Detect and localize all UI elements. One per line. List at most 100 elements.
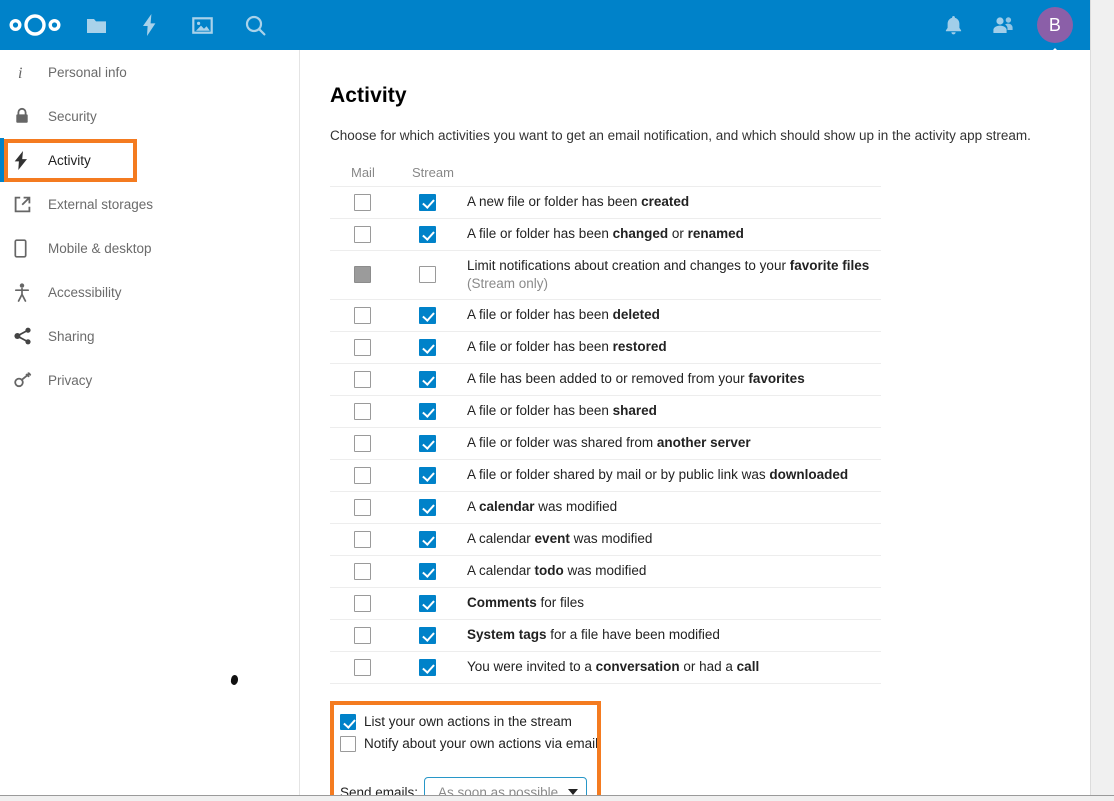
stream-cell bbox=[394, 658, 460, 676]
row-label: A file has been added to or removed from… bbox=[467, 371, 805, 387]
mail-checkbox[interactable] bbox=[353, 562, 371, 580]
nextcloud-logo[interactable] bbox=[0, 13, 70, 37]
send-emails-value: As soon as possible bbox=[438, 784, 559, 795]
photos-icon[interactable] bbox=[176, 0, 229, 50]
row-label: A calendar event was modified bbox=[467, 531, 653, 547]
mail-checkbox[interactable] bbox=[353, 370, 371, 388]
table-row: A calendar event was modified bbox=[330, 522, 881, 555]
svg-text:i: i bbox=[18, 65, 22, 81]
stream-checkbox[interactable] bbox=[418, 658, 436, 676]
accessibility-icon bbox=[14, 282, 44, 302]
stream-checkbox[interactable] bbox=[418, 466, 436, 484]
activity-settings-table: Mail Stream A new file or folder has bee… bbox=[330, 165, 881, 683]
table-row: You were invited to a conversation or ha… bbox=[330, 650, 881, 683]
row-label: A file or folder has been shared bbox=[467, 403, 657, 419]
stream-cell bbox=[394, 402, 460, 420]
row-label: Comments for files bbox=[467, 595, 585, 611]
stream-checkbox[interactable] bbox=[418, 498, 436, 516]
table-body: A new file or folder has been created A f… bbox=[330, 185, 881, 683]
sidebar-item-mobile-desktop[interactable]: Mobile & desktop bbox=[0, 226, 299, 270]
mail-checkbox[interactable] bbox=[353, 402, 371, 420]
mail-checkbox[interactable] bbox=[353, 193, 371, 211]
row-label: A file or folder has been restored bbox=[467, 339, 667, 355]
mail-checkbox[interactable] bbox=[353, 626, 371, 644]
top-navigation-bar: B bbox=[0, 0, 1090, 62]
nextcloud-settings-page: B i Personal info Security Activity Exte… bbox=[0, 0, 1114, 801]
mobile-device-icon bbox=[14, 238, 44, 258]
row-label: A calendar todo was modified bbox=[467, 563, 647, 579]
notifications-bell-icon[interactable] bbox=[928, 0, 978, 50]
mail-checkbox[interactable] bbox=[353, 530, 371, 548]
mail-checkbox[interactable] bbox=[353, 594, 371, 612]
sidebar-item-external-storages[interactable]: External storages bbox=[0, 182, 299, 226]
sidebar-item-personal-info[interactable]: i Personal info bbox=[0, 50, 299, 94]
row-label: A calendar was modified bbox=[467, 499, 618, 515]
row-label: A new file or folder has been created bbox=[467, 194, 690, 210]
stream-checkbox[interactable] bbox=[418, 530, 436, 548]
activity-icon[interactable] bbox=[123, 0, 176, 50]
table-row: A calendar todo was modified bbox=[330, 554, 881, 587]
user-avatar-menu[interactable]: B bbox=[1028, 0, 1082, 62]
mail-checkbox[interactable] bbox=[353, 338, 371, 356]
sidebar-item-privacy[interactable]: Privacy bbox=[0, 358, 299, 402]
mail-checkbox[interactable] bbox=[353, 306, 371, 324]
stream-checkbox[interactable] bbox=[418, 338, 436, 356]
stream-checkbox[interactable] bbox=[418, 562, 436, 580]
stream-cell bbox=[394, 562, 460, 580]
own-actions-stream-row[interactable]: List your own actions in the stream bbox=[340, 711, 601, 733]
horizontal-scrollbar[interactable] bbox=[0, 795, 1114, 801]
files-icon[interactable] bbox=[70, 0, 123, 50]
avatar: B bbox=[1037, 7, 1073, 43]
mail-cell bbox=[330, 338, 394, 356]
external-link-icon bbox=[14, 196, 44, 213]
sidebar-item-label: Privacy bbox=[48, 372, 93, 388]
search-icon[interactable] bbox=[229, 0, 282, 50]
own-actions-email-row[interactable]: Notify about your own actions via email bbox=[340, 733, 601, 755]
own-actions-email-checkbox[interactable] bbox=[340, 735, 356, 752]
mail-cell bbox=[330, 594, 394, 612]
stream-checkbox[interactable] bbox=[418, 306, 436, 324]
send-emails-select[interactable]: As soon as possible bbox=[424, 776, 588, 795]
mail-cell bbox=[330, 225, 394, 243]
mail-cell bbox=[330, 658, 394, 676]
table-row: System tags for a file have been modifie… bbox=[330, 618, 881, 651]
sidebar-item-security[interactable]: Security bbox=[0, 94, 299, 138]
stream-checkbox[interactable] bbox=[418, 402, 436, 420]
mail-checkbox[interactable] bbox=[353, 658, 371, 676]
stream-checkbox[interactable] bbox=[418, 225, 436, 243]
stream-cell bbox=[394, 225, 460, 243]
stream-cell bbox=[394, 466, 460, 484]
activity-settings-panel: Activity Choose for which activities you… bbox=[301, 50, 1090, 795]
stream-checkbox[interactable] bbox=[418, 594, 436, 612]
sidebar-item-activity[interactable]: Activity bbox=[0, 138, 299, 182]
stream-cell bbox=[394, 626, 460, 644]
table-row: A file or folder has been restored bbox=[330, 330, 881, 363]
stream-checkbox[interactable] bbox=[418, 434, 436, 452]
stream-checkbox[interactable] bbox=[418, 370, 436, 388]
sidebar-item-label: Activity bbox=[48, 152, 91, 168]
key-icon bbox=[14, 372, 44, 388]
sidebar-item-label: Personal info bbox=[48, 64, 127, 80]
lightning-bolt-icon bbox=[14, 150, 44, 170]
mail-checkbox[interactable] bbox=[353, 225, 371, 243]
row-label: Limit notifications about creation and c… bbox=[467, 257, 870, 291]
sidebar-item-accessibility[interactable]: Accessibility bbox=[0, 270, 299, 314]
stream-checkbox[interactable] bbox=[418, 266, 436, 284]
table-row: A file or folder has been shared bbox=[330, 394, 881, 427]
own-actions-section: List your own actions in the stream Noti… bbox=[330, 700, 601, 795]
mail-checkbox[interactable] bbox=[353, 466, 371, 484]
row-label: A file or folder shared by mail or by pu… bbox=[467, 467, 849, 483]
mail-checkbox[interactable] bbox=[353, 434, 371, 452]
stream-checkbox[interactable] bbox=[418, 626, 436, 644]
sidebar-item-sharing[interactable]: Sharing bbox=[0, 314, 299, 358]
contacts-icon[interactable] bbox=[978, 0, 1028, 50]
own-actions-stream-checkbox[interactable] bbox=[340, 713, 356, 730]
column-header-mail: Mail bbox=[351, 164, 375, 180]
vertical-scrollbar[interactable] bbox=[1090, 0, 1114, 795]
stream-cell bbox=[394, 306, 460, 324]
table-row: Comments for files bbox=[330, 586, 881, 619]
mail-checkbox[interactable] bbox=[353, 498, 371, 516]
sidebar-item-label: Accessibility bbox=[48, 284, 122, 300]
table-bottom-divider bbox=[330, 682, 881, 684]
stream-checkbox[interactable] bbox=[418, 193, 436, 211]
